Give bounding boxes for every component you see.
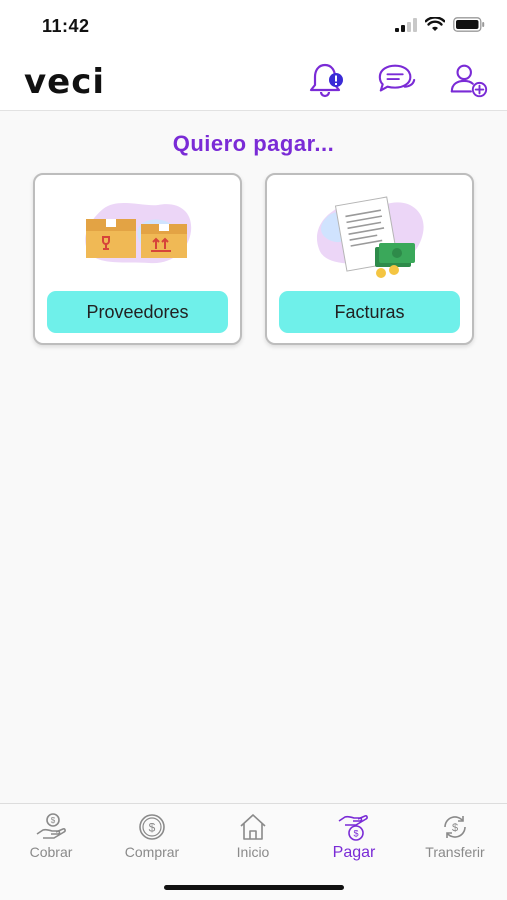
bell-alert-icon: [309, 63, 343, 98]
add-user-icon: [450, 64, 488, 98]
svg-text:$: $: [51, 816, 56, 825]
nav-item-comprar[interactable]: $ Comprar: [102, 812, 202, 860]
pay-hand-icon: $: [338, 815, 368, 841]
nav-label-pagar: Pagar: [332, 844, 376, 861]
app-logo: veci: [24, 62, 106, 102]
invoice-money-illustration-icon: [267, 187, 472, 287]
boxes-illustration-icon: [35, 187, 240, 287]
nav-item-inicio[interactable]: Inicio: [203, 812, 303, 860]
app-header: veci: [0, 50, 507, 111]
nav-label-inicio: Inicio: [236, 844, 270, 860]
coin-icon: $: [139, 814, 165, 840]
add-contact-button[interactable]: [448, 60, 490, 100]
signal-icon: [395, 17, 417, 32]
messages-button[interactable]: [376, 60, 418, 100]
svg-text:$: $: [452, 822, 458, 834]
facturas-button[interactable]: Facturas: [279, 291, 460, 333]
proveedores-label: Proveedores: [86, 301, 189, 322]
status-time: 11:42: [42, 16, 90, 36]
nav-label-comprar: Comprar: [124, 844, 180, 860]
proveedores-button[interactable]: Proveedores: [47, 291, 228, 333]
nav-item-cobrar[interactable]: $ Cobrar: [1, 812, 101, 860]
transfer-coin-icon: $: [444, 816, 466, 838]
option-card-proveedores[interactable]: Proveedores: [33, 173, 242, 345]
nav-item-transferir[interactable]: $ Transferir: [405, 812, 505, 860]
home-indicator[interactable]: [164, 885, 344, 890]
hand-coin-icon: $: [36, 813, 66, 839]
facturas-label: Facturas: [334, 301, 405, 322]
status-bar: 11:42: [0, 0, 507, 50]
nav-item-pagar[interactable]: $ Pagar: [304, 812, 404, 862]
notifications-button[interactable]: [306, 60, 348, 100]
nav-label-transferir: Transferir: [425, 844, 485, 860]
page-title: Quiero pagar...: [172, 131, 335, 156]
chat-icon: [378, 64, 416, 92]
svg-text:$: $: [353, 829, 358, 839]
wifi-icon: [425, 17, 445, 31]
option-card-facturas[interactable]: Facturas: [265, 173, 474, 345]
home-icon: [240, 814, 266, 840]
status-icons: [395, 17, 485, 32]
battery-icon: [453, 17, 485, 32]
svg-text:$: $: [149, 821, 156, 835]
nav-label-cobrar: Cobrar: [29, 844, 73, 860]
